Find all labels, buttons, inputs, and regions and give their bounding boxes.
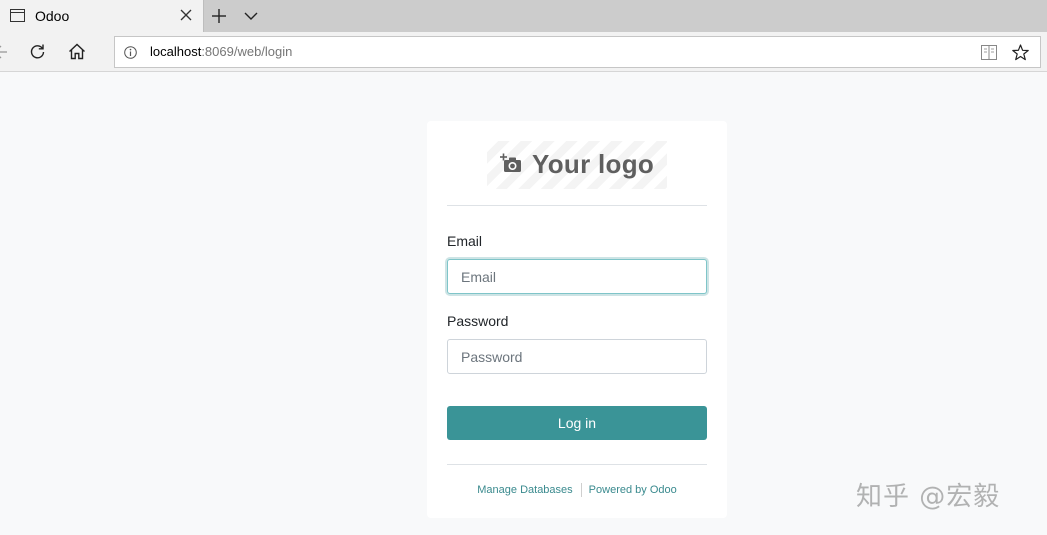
manage-databases-link[interactable]: Manage Databases (477, 484, 572, 496)
close-icon[interactable] (180, 9, 192, 21)
plus-icon[interactable] (211, 8, 227, 24)
login-button[interactable]: Log in (447, 406, 707, 440)
url-path: :8069/web/login (201, 44, 293, 59)
email-field[interactable] (447, 259, 707, 294)
password-label: Password (447, 313, 509, 329)
powered-by-odoo-link[interactable]: Powered by Odoo (589, 484, 677, 496)
email-label: Email (447, 233, 483, 249)
tab-title: Odoo (35, 8, 70, 24)
url-host: localhost (150, 44, 202, 59)
company-logo: Your logo (487, 141, 667, 189)
browser-nav-bar: localhost:8069/web/login (0, 32, 1047, 72)
window-icon (10, 9, 25, 22)
footer-separator (580, 483, 582, 497)
browser-tab[interactable]: Odoo (0, 0, 204, 32)
footer-links: Manage Databases Powered by Odoo (427, 483, 727, 499)
arrow-left-icon[interactable] (0, 45, 8, 59)
url-text[interactable]: localhost:8069/web/login (150, 44, 292, 59)
refresh-icon[interactable] (29, 43, 46, 60)
star-icon[interactable] (1012, 44, 1029, 61)
divider (447, 205, 707, 206)
camera-add-icon (500, 153, 521, 172)
book-icon[interactable] (981, 45, 997, 60)
divider (447, 464, 707, 465)
logo-text: Your logo (532, 149, 655, 179)
home-icon[interactable] (68, 43, 86, 60)
login-card: Your logo Email Password Log in Manage D… (427, 121, 727, 518)
password-field[interactable] (447, 339, 707, 374)
address-bar[interactable]: localhost:8069/web/login (114, 36, 1041, 68)
browser-tab-bar: Odoo (0, 0, 1047, 32)
watermark: 知乎 @宏毅 (856, 482, 1001, 512)
info-icon[interactable] (124, 46, 137, 59)
chevron-down-icon[interactable] (243, 10, 259, 22)
